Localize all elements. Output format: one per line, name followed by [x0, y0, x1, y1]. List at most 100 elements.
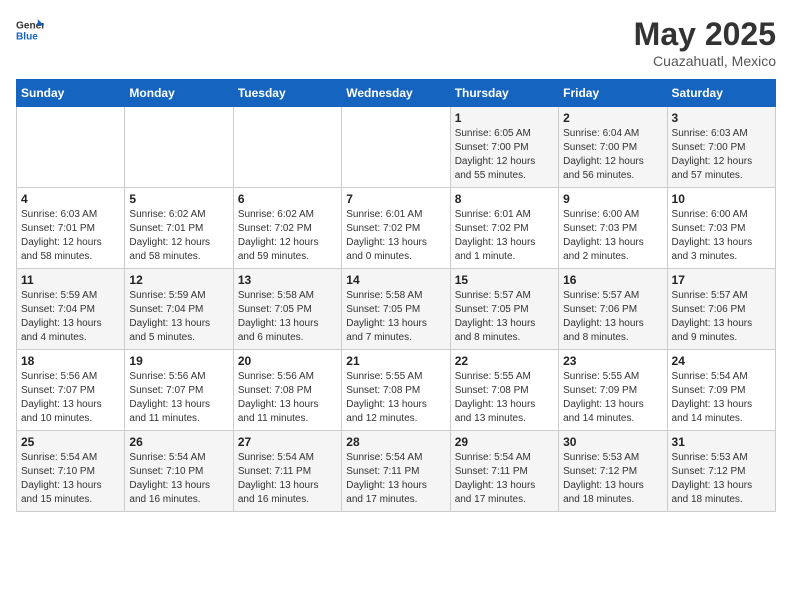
day-number: 26	[129, 435, 228, 449]
week-row-1: 1Sunrise: 6:05 AMSunset: 7:00 PMDaylight…	[17, 107, 776, 188]
day-detail: Sunrise: 5:59 AMSunset: 7:04 PMDaylight:…	[129, 289, 228, 345]
day-detail: Sunrise: 5:54 AMSunset: 7:11 PMDaylight:…	[455, 451, 554, 507]
day-detail: Sunrise: 5:58 AMSunset: 7:05 PMDaylight:…	[238, 289, 337, 345]
day-detail: Sunrise: 5:55 AMSunset: 7:08 PMDaylight:…	[455, 370, 554, 426]
logo-icon: General Blue	[16, 16, 44, 44]
day-number: 16	[563, 273, 662, 287]
day-number: 27	[238, 435, 337, 449]
day-detail: Sunrise: 6:04 AMSunset: 7:00 PMDaylight:…	[563, 127, 662, 183]
day-cell: 22 Sunrise: 5:55 AMSunset: 7:08 PMDayligh…	[450, 350, 558, 431]
day-detail: Sunrise: 6:02 AMSunset: 7:02 PMDaylight:…	[238, 208, 337, 264]
day-cell: 18 Sunrise: 5:56 AMSunset: 7:07 PMDayligh…	[17, 350, 125, 431]
day-number: 18	[21, 354, 120, 368]
day-cell: 12Sunrise: 5:59 AMSunset: 7:04 PMDayligh…	[125, 269, 233, 350]
day-number: 19	[129, 354, 228, 368]
header-thursday: Thursday	[450, 80, 558, 107]
day-number: 3	[672, 111, 771, 125]
day-number: 23	[563, 354, 662, 368]
day-detail: Sunrise: 5:56 AMSunset: 7:07 PMDaylight:…	[21, 370, 120, 426]
day-number: 17	[672, 273, 771, 287]
day-cell: 7 Sunrise: 6:01 AMSunset: 7:02 PMDaylight…	[342, 188, 450, 269]
day-cell	[125, 107, 233, 188]
day-detail: Sunrise: 6:01 AMSunset: 7:02 PMDaylight:…	[455, 208, 554, 264]
day-cell: 23Sunrise: 5:55 AMSunset: 7:09 PMDayligh…	[559, 350, 667, 431]
header-wednesday: Wednesday	[342, 80, 450, 107]
title-area: May 2025 Cuazahuatl, Mexico	[634, 16, 776, 69]
day-cell	[342, 107, 450, 188]
day-cell: 4Sunrise: 6:03 AMSunset: 7:01 PMDaylight…	[17, 188, 125, 269]
day-cell: 11 Sunrise: 5:59 AMSunset: 7:04 PMDayligh…	[17, 269, 125, 350]
day-detail: Sunrise: 5:58 AMSunset: 7:05 PMDaylight:…	[346, 289, 445, 345]
logo: General Blue	[16, 16, 44, 44]
day-cell: 28 Sunrise: 5:54 AMSunset: 7:11 PMDayligh…	[342, 431, 450, 512]
day-number: 30	[563, 435, 662, 449]
day-cell: 2 Sunrise: 6:04 AMSunset: 7:00 PMDaylight…	[559, 107, 667, 188]
day-number: 8	[455, 192, 554, 206]
day-cell: 1Sunrise: 6:05 AMSunset: 7:00 PMDaylight…	[450, 107, 558, 188]
day-detail: Sunrise: 6:00 AMSunset: 7:03 PMDaylight:…	[563, 208, 662, 264]
day-detail: Sunrise: 5:53 AMSunset: 7:12 PMDaylight:…	[672, 451, 771, 507]
calendar-title: May 2025	[634, 16, 776, 53]
day-number: 14	[346, 273, 445, 287]
day-cell: 30 Sunrise: 5:53 AMSunset: 7:12 PMDayligh…	[559, 431, 667, 512]
day-cell: 6 Sunrise: 6:02 AMSunset: 7:02 PMDaylight…	[233, 188, 341, 269]
day-number: 6	[238, 192, 337, 206]
day-detail: Sunrise: 5:57 AMSunset: 7:05 PMDaylight:…	[455, 289, 554, 345]
day-number: 31	[672, 435, 771, 449]
day-number: 7	[346, 192, 445, 206]
day-number: 1	[455, 111, 554, 125]
day-cell: 21 Sunrise: 5:55 AMSunset: 7:08 PMDayligh…	[342, 350, 450, 431]
day-detail: Sunrise: 5:57 AMSunset: 7:06 PMDaylight:…	[563, 289, 662, 345]
week-row-5: 25Sunrise: 5:54 AMSunset: 7:10 PMDayligh…	[17, 431, 776, 512]
day-cell: 16 Sunrise: 5:57 AMSunset: 7:06 PMDayligh…	[559, 269, 667, 350]
day-cell: 9 Sunrise: 6:00 AMSunset: 7:03 PMDaylight…	[559, 188, 667, 269]
day-number: 28	[346, 435, 445, 449]
day-cell: 31 Sunrise: 5:53 AMSunset: 7:12 PMDayligh…	[667, 431, 775, 512]
day-cell: 5 Sunrise: 6:02 AMSunset: 7:01 PMDaylight…	[125, 188, 233, 269]
day-cell	[17, 107, 125, 188]
day-detail: Sunrise: 6:03 AMSunset: 7:01 PMDaylight:…	[21, 208, 120, 264]
day-number: 20	[238, 354, 337, 368]
day-detail: Sunrise: 5:55 AMSunset: 7:08 PMDaylight:…	[346, 370, 445, 426]
day-detail: Sunrise: 5:56 AMSunset: 7:08 PMDaylight:…	[238, 370, 337, 426]
day-number: 15	[455, 273, 554, 287]
day-detail: Sunrise: 5:57 AMSunset: 7:06 PMDaylight:…	[672, 289, 771, 345]
header-friday: Friday	[559, 80, 667, 107]
calendar-table: Sunday Monday Tuesday Wednesday Thursday…	[16, 79, 776, 512]
day-cell: 29 Sunrise: 5:54 AMSunset: 7:11 PMDayligh…	[450, 431, 558, 512]
day-cell: 13 Sunrise: 5:58 AMSunset: 7:05 PMDayligh…	[233, 269, 341, 350]
day-detail: Sunrise: 6:00 AMSunset: 7:03 PMDaylight:…	[672, 208, 771, 264]
day-number: 9	[563, 192, 662, 206]
day-detail: Sunrise: 5:59 AMSunset: 7:04 PMDaylight:…	[21, 289, 120, 345]
day-cell: 24Sunrise: 5:54 AMSunset: 7:09 PMDayligh…	[667, 350, 775, 431]
day-detail: Sunrise: 5:54 AMSunset: 7:11 PMDaylight:…	[346, 451, 445, 507]
week-row-2: 4Sunrise: 6:03 AMSunset: 7:01 PMDaylight…	[17, 188, 776, 269]
day-number: 11	[21, 273, 120, 287]
day-number: 21	[346, 354, 445, 368]
day-detail: Sunrise: 5:53 AMSunset: 7:12 PMDaylight:…	[563, 451, 662, 507]
day-number: 24	[672, 354, 771, 368]
header: General Blue May 2025 Cuazahuatl, Mexico	[16, 16, 776, 69]
week-row-4: 18 Sunrise: 5:56 AMSunset: 7:07 PMDayligh…	[17, 350, 776, 431]
day-cell: 17 Sunrise: 5:57 AMSunset: 7:06 PMDayligh…	[667, 269, 775, 350]
day-detail: Sunrise: 6:01 AMSunset: 7:02 PMDaylight:…	[346, 208, 445, 264]
day-detail: Sunrise: 6:02 AMSunset: 7:01 PMDaylight:…	[129, 208, 228, 264]
svg-text:Blue: Blue	[16, 31, 38, 42]
day-number: 29	[455, 435, 554, 449]
day-number: 2	[563, 111, 662, 125]
day-detail: Sunrise: 6:03 AMSunset: 7:00 PMDaylight:…	[672, 127, 771, 183]
day-cell: 25Sunrise: 5:54 AMSunset: 7:10 PMDayligh…	[17, 431, 125, 512]
day-detail: Sunrise: 5:56 AMSunset: 7:07 PMDaylight:…	[129, 370, 228, 426]
header-tuesday: Tuesday	[233, 80, 341, 107]
header-sunday: Sunday	[17, 80, 125, 107]
day-number: 22	[455, 354, 554, 368]
day-number: 13	[238, 273, 337, 287]
day-detail: Sunrise: 5:54 AMSunset: 7:10 PMDaylight:…	[129, 451, 228, 507]
day-cell: 19 Sunrise: 5:56 AMSunset: 7:07 PMDayligh…	[125, 350, 233, 431]
day-cell: 27Sunrise: 5:54 AMSunset: 7:11 PMDayligh…	[233, 431, 341, 512]
day-number: 5	[129, 192, 228, 206]
day-detail: Sunrise: 5:54 AMSunset: 7:10 PMDaylight:…	[21, 451, 120, 507]
day-number: 10	[672, 192, 771, 206]
days-header-row: Sunday Monday Tuesday Wednesday Thursday…	[17, 80, 776, 107]
day-cell	[233, 107, 341, 188]
